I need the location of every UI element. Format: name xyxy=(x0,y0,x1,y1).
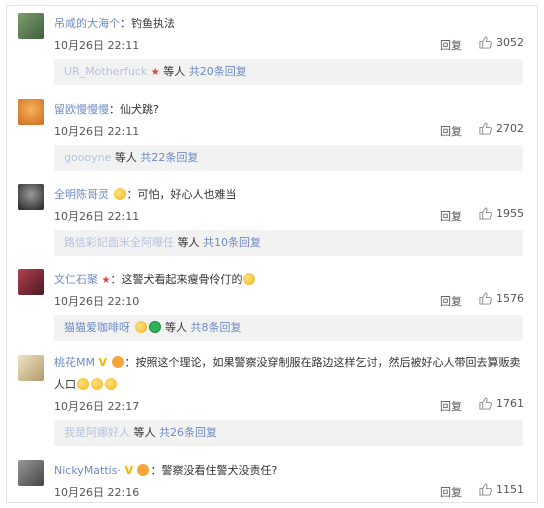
badge-icon xyxy=(148,321,161,333)
reply-summary[interactable]: 路信彩妃面米全阿曝任 等人 共10条回复 xyxy=(54,230,523,256)
thumbs-up-icon xyxy=(479,483,492,496)
emoji-icon xyxy=(134,321,147,333)
username-link[interactable]: 吊咸的大海个 xyxy=(54,17,120,30)
comment-body: 吊咸的大海个：钓鱼执法 xyxy=(54,17,175,30)
comment-body: 留欧慢慢慢：仙犬跳? xyxy=(54,103,159,116)
verified-icon: V xyxy=(124,464,133,477)
emoji-icon xyxy=(111,356,124,368)
reply-summary[interactable]: goooyne 等人 共22条回复 xyxy=(54,145,523,171)
reply-summary[interactable]: UR_Motherfuck ★ 等人 共20条回复 xyxy=(54,59,523,85)
thumbs-up-icon xyxy=(479,207,492,220)
reply-names[interactable]: 路信彩妃面米全阿曝任 xyxy=(64,236,174,249)
comment-body: 全明陈哥灵 ：可怕，好心人也难当 xyxy=(54,188,237,201)
avatar[interactable] xyxy=(18,13,44,39)
reply-summary[interactable]: 我是阿娜好人 等人 共26条回复 xyxy=(54,420,523,446)
like-button[interactable]: 3052 xyxy=(479,36,524,49)
username-link[interactable]: 留欧慢慢慢 xyxy=(54,103,109,116)
laugh-cry-icon xyxy=(91,378,103,390)
reply-button[interactable]: 回复 xyxy=(440,208,462,224)
reply-suffix: 等人 xyxy=(177,236,200,249)
like-button[interactable]: 1151 xyxy=(479,483,524,496)
reply-button[interactable]: 回复 xyxy=(440,293,462,309)
reply-suffix: 等人 xyxy=(165,321,187,334)
comment-date: 10月26日 22:16 xyxy=(54,486,140,499)
like-count: 2702 xyxy=(496,122,524,135)
view-replies-link[interactable]: 共26条回复 xyxy=(159,426,217,439)
like-button[interactable]: 1761 xyxy=(479,397,524,410)
view-replies-link[interactable]: 共22条回复 xyxy=(140,151,198,164)
avatar[interactable] xyxy=(18,99,44,125)
emoji-icon xyxy=(113,188,126,200)
view-replies-link[interactable]: 共10条回复 xyxy=(203,236,261,249)
comment-date: 10月26日 22:17 xyxy=(54,400,140,413)
verified-icon: V xyxy=(98,356,107,369)
comment-text: 可怕，好心人也难当 xyxy=(137,188,237,201)
reply-button[interactable]: 回复 xyxy=(440,398,462,414)
emoji-icon xyxy=(137,464,150,476)
laugh-cry-icon xyxy=(105,378,117,390)
reply-suffix: 等人 xyxy=(114,151,137,164)
laugh-cry-icon xyxy=(77,378,89,390)
comment-text: 这警犬看起来瘦骨伶仃的 xyxy=(121,273,243,286)
avatar[interactable] xyxy=(18,184,44,210)
thumbs-up-icon xyxy=(479,122,492,135)
avatar[interactable] xyxy=(18,355,44,381)
view-replies-link[interactable]: 共8条回复 xyxy=(191,321,242,334)
reply-button[interactable]: 回复 xyxy=(440,123,462,139)
thumbs-up-icon xyxy=(479,292,492,305)
reply-names[interactable]: goooyne xyxy=(64,151,111,164)
emoji-icon xyxy=(243,273,256,285)
avatar[interactable] xyxy=(18,460,44,486)
username-link[interactable]: NickyMattis· xyxy=(54,464,121,477)
like-count: 1576 xyxy=(496,292,524,305)
comment-date: 10月26日 22:11 xyxy=(54,210,140,223)
comment-body: NickyMattis· V ：警察没看住警犬没责任? xyxy=(54,464,278,477)
reply-names[interactable]: 猫猫爱咖啡呀 xyxy=(64,321,130,334)
like-button[interactable]: 1955 xyxy=(479,207,524,220)
username-link[interactable]: 桃花MM xyxy=(54,356,95,369)
comment-date: 10月26日 22:11 xyxy=(54,125,140,138)
username-link[interactable]: 文仁石聚 xyxy=(54,273,98,286)
comment-date: 10月26日 22:11 xyxy=(54,39,140,52)
reply-summary[interactable]: 猫猫爱咖啡呀 等人 共8条回复 xyxy=(54,315,523,341)
comment-text: 钓鱼执法 xyxy=(131,17,175,30)
thumbs-up-icon xyxy=(479,397,492,410)
comment-text: 仙犬跳? xyxy=(120,103,159,116)
username-link[interactable]: 全明陈哥灵 xyxy=(54,188,109,201)
comment-date: 10月26日 22:10 xyxy=(54,295,140,308)
star-icon: ★ xyxy=(150,67,160,78)
reply-suffix: 等人 xyxy=(163,65,186,78)
comment-text: 警察没看住警犬没责任? xyxy=(161,464,278,477)
comment-body: 文仁石聚 ★：这警犬看起来瘦骨伶仃的 xyxy=(54,272,256,288)
like-count: 1955 xyxy=(496,207,524,220)
like-button[interactable]: 2702 xyxy=(479,122,524,135)
like-count: 3052 xyxy=(496,36,524,49)
thumbs-up-icon xyxy=(479,36,492,49)
reply-names[interactable]: UR_Motherfuck xyxy=(64,65,147,78)
like-button[interactable]: 1576 xyxy=(479,292,524,305)
reply-button[interactable]: 回复 xyxy=(440,37,462,53)
reply-suffix: 等人 xyxy=(133,426,156,439)
reply-button[interactable]: 回复 xyxy=(440,484,462,500)
like-count: 1761 xyxy=(496,397,524,410)
like-count: 1151 xyxy=(496,483,524,496)
avatar[interactable] xyxy=(18,269,44,295)
view-replies-link[interactable]: 共20条回复 xyxy=(189,65,247,78)
comment-body: 桃花MM V ：按照这个理论，如果警察没穿制服在路边这样乞讨，然后被好心人带回去… xyxy=(54,356,521,391)
reply-names[interactable]: 我是阿娜好人 xyxy=(64,426,130,439)
